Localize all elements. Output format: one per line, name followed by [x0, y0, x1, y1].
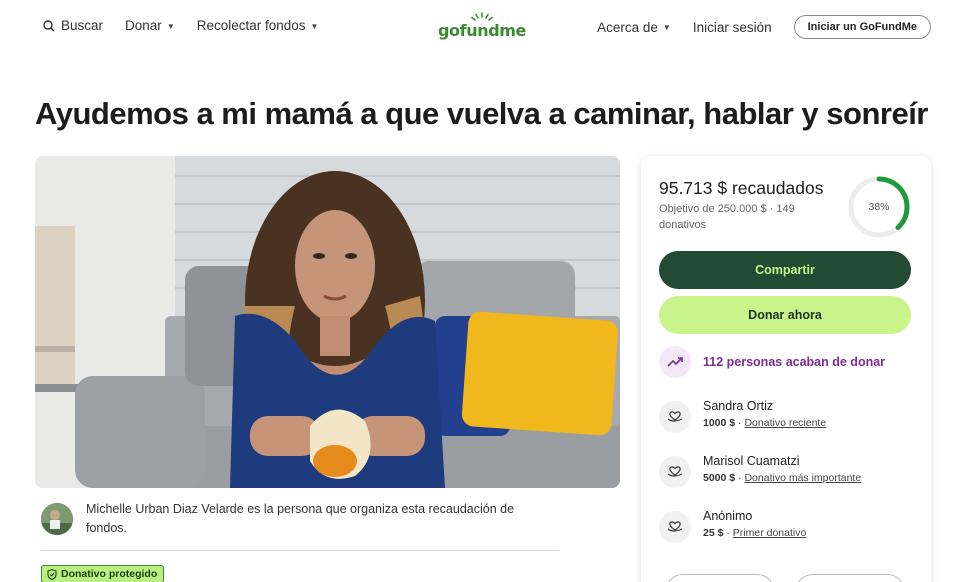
see-top-button[interactable] — [795, 574, 905, 582]
donor-name: Marisol Cuamatzi — [703, 454, 800, 468]
donate-label: Donar — [125, 18, 162, 33]
nav-right: Acerca de ▼ Iniciar sesión Iniciar un Go… — [597, 15, 931, 39]
login-label: Iniciar sesión — [692, 19, 772, 35]
donor-row: Anónimo 25 $ · Primer donativo — [659, 508, 806, 543]
fundraise-label: Recolectar fondos — [196, 18, 306, 33]
search-icon — [42, 19, 56, 33]
raised-amount: 95.713 $ recaudados — [659, 178, 824, 198]
share-button[interactable]: Compartir — [659, 251, 911, 289]
organizer-avatar-image — [41, 503, 73, 535]
about-label: Acerca de — [597, 19, 658, 35]
donor-amount: 25 $ — [703, 527, 724, 539]
chevron-down-icon: ▼ — [662, 23, 671, 32]
divider — [41, 550, 559, 551]
fundraise-menu[interactable]: Recolectar fondos ▼ — [197, 18, 319, 33]
progress-ring: 38% — [846, 174, 912, 240]
goal-text: Objetivo de 250.000 $ · 149 donativos — [659, 203, 795, 231]
page-title: Ayudemos a mi mamá a que vuelva a camina… — [35, 96, 928, 131]
trend-up-icon — [659, 346, 691, 378]
gofundme-logo[interactable]: gofundme — [438, 12, 530, 44]
protected-badge-label: Donativo protegido — [61, 568, 158, 580]
nav-left: Buscar Donar ▼ Recolectar fondos ▼ — [42, 18, 318, 33]
donor-meta: 1000 $ · Donativo reciente — [703, 417, 827, 429]
heart-hand-icon — [659, 401, 691, 433]
donor-name: Anónimo — [703, 509, 753, 523]
organizer-text: Michelle Urban Diaz Velarde es la person… — [86, 502, 515, 535]
chevron-down-icon: ▼ — [166, 21, 175, 31]
donor-meta: 5000 $ · Donativo más importante — [703, 472, 862, 484]
progress-percent: 38% — [868, 201, 890, 213]
donor-amount: 1000 $ — [703, 417, 736, 429]
donate-now-button[interactable]: Donar ahora — [659, 296, 911, 334]
logo-text: gofundme — [438, 21, 526, 40]
donor-tag-link[interactable]: Donativo más importante — [744, 472, 861, 484]
donor-tag-link[interactable]: Primer donativo — [733, 527, 807, 539]
campaign-photo-illustration — [35, 156, 620, 488]
chevron-down-icon: ▼ — [310, 21, 319, 31]
heart-hand-icon — [659, 511, 691, 543]
shield-icon — [47, 568, 57, 580]
recent-donors-text: 112 personas acaban de donar — [703, 355, 886, 369]
about-menu[interactable]: Acerca de ▼ — [597, 20, 671, 35]
heart-hand-icon — [659, 456, 691, 488]
login-link[interactable]: Iniciar sesión — [693, 20, 772, 35]
campaign-photo[interactable] — [35, 156, 620, 488]
donor-tag-link[interactable]: Donativo reciente — [744, 417, 826, 429]
organizer-avatar[interactable] — [41, 503, 73, 535]
start-gofundme-button[interactable]: Iniciar un GoFundMe — [793, 15, 931, 39]
donate-menu[interactable]: Donar ▼ — [125, 18, 175, 33]
donor-name: Sandra Ortiz — [703, 399, 774, 413]
top-nav: Buscar Donar ▼ Recolectar fondos ▼ gofun… — [0, 0, 965, 56]
donor-row: Sandra Ortiz 1000 $ · Donativo reciente — [659, 398, 826, 433]
recent-donors-banner[interactable]: 112 personas acaban de donar — [659, 346, 885, 378]
donor-amount: 5000 $ — [703, 472, 736, 484]
see-all-button[interactable] — [665, 574, 775, 582]
donation-card: 95.713 $ recaudados Objetivo de 250.000 … — [641, 156, 931, 582]
donor-row: Marisol Cuamatzi 5000 $ · Donativo más i… — [659, 453, 861, 488]
search-link[interactable]: Buscar — [42, 18, 103, 33]
search-label: Buscar — [61, 18, 104, 33]
donor-meta: 25 $ · Primer donativo — [703, 527, 807, 539]
protected-donation-badge[interactable]: Donativo protegido — [41, 565, 165, 582]
